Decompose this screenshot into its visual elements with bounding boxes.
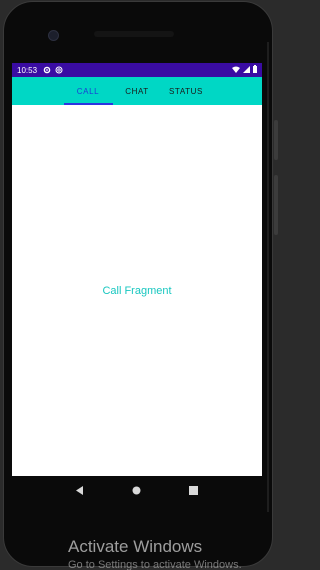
status-bar: 10:53	[12, 63, 262, 77]
device-stage: 10:53 CALL CHAT STATUS Call Fragment Act…	[0, 0, 281, 570]
fragment-text: Call Fragment	[102, 285, 172, 297]
back-button[interactable]	[72, 483, 88, 499]
back-icon	[76, 482, 84, 500]
windows-activation-subtitle: Go to Settings to activate Windows.	[68, 559, 242, 570]
at-icon	[55, 66, 63, 74]
tab-status-label: STATUS	[169, 86, 203, 96]
status-right-group	[232, 65, 257, 75]
volume-button	[274, 175, 278, 235]
power-button	[274, 120, 278, 160]
tab-status[interactable]: STATUS	[162, 77, 211, 105]
recents-button[interactable]	[186, 483, 202, 499]
battery-icon	[253, 65, 257, 75]
phone-edge	[267, 42, 269, 512]
front-camera	[48, 30, 59, 41]
tab-bar: CALL CHAT STATUS	[12, 77, 262, 105]
recents-icon	[189, 482, 199, 500]
tab-chat[interactable]: CHAT	[113, 77, 162, 105]
tab-call-label: CALL	[76, 86, 100, 96]
home-icon	[132, 482, 141, 500]
tab-chat-label: CHAT	[125, 86, 149, 96]
tab-call[interactable]: CALL	[63, 77, 113, 105]
navigation-bar	[12, 476, 262, 506]
home-button[interactable]	[129, 483, 145, 499]
windows-activation-watermark: Activate Windows	[68, 537, 203, 556]
status-time: 10:53	[17, 65, 38, 75]
app-screen: 10:53 CALL CHAT STATUS Call Fragment	[12, 63, 262, 476]
signal-icon	[243, 65, 250, 75]
earpiece-speaker	[94, 31, 174, 37]
settings-icon	[43, 66, 51, 74]
wifi-icon	[232, 66, 240, 75]
